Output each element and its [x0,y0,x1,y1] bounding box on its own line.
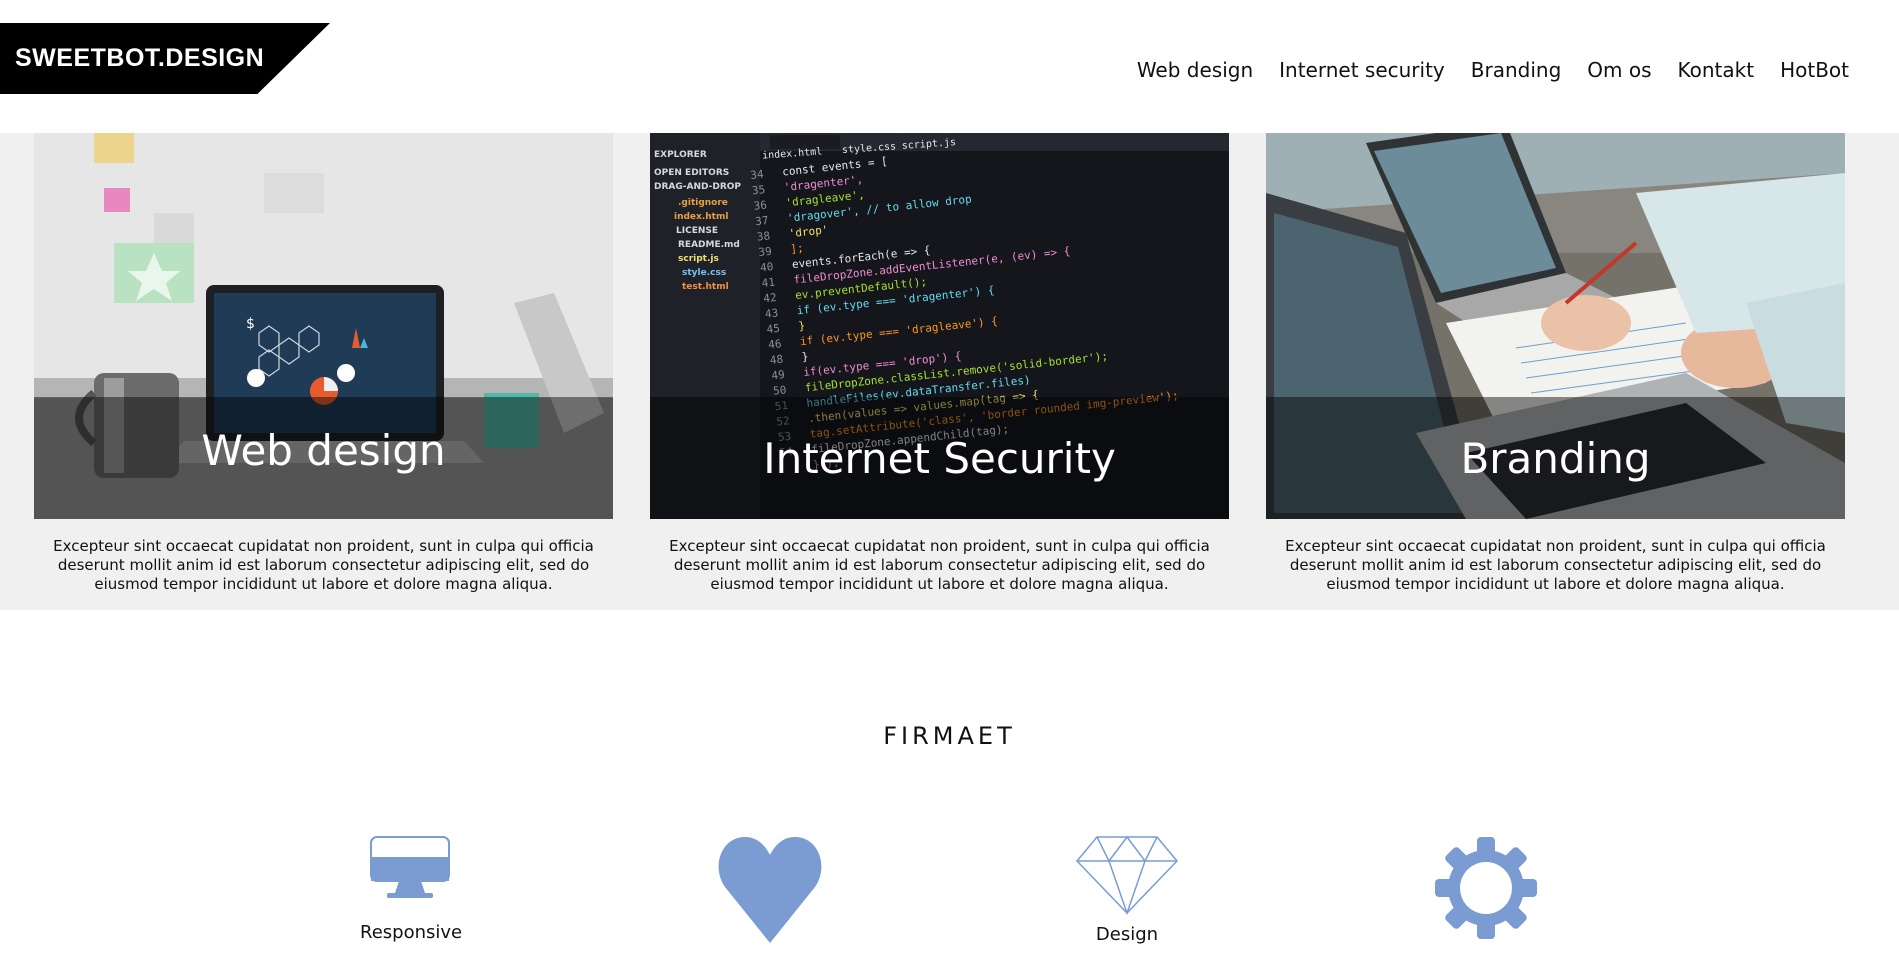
service-card-branding: Branding Excepteur sint occaecat cupidat… [1266,133,1845,594]
diamond-icon [1075,835,1179,916]
code-line-number: 48 [769,353,784,367]
service-card-web-design: $ Web design Excepteur sint occaecat cup… [34,133,613,594]
nav-hotbot[interactable]: HotBot [1780,58,1849,82]
card-title: Web design [201,425,446,475]
code-line-number: 36 [753,198,768,212]
logo[interactable]: SWEETBOT.DESIGN [0,23,330,94]
code-line-number: 46 [768,337,783,351]
card-title: Branding [1460,433,1651,483]
code-line-number: 39 [758,245,773,259]
section-title: FIRMAET [883,722,1016,750]
heart-icon [718,837,822,943]
code-line-number: 42 [763,291,778,305]
file-tree-item: style.css [682,268,726,278]
feature-label: Responsive [360,922,463,943]
nav-om-os[interactable]: Om os [1587,58,1651,82]
code-line: } [798,319,806,333]
code-line-number: 41 [761,276,776,290]
code-line-number: 38 [756,229,771,243]
file-tree-item: .gitignore [678,198,728,208]
card-overlay: Branding [1266,397,1845,519]
nav-branding[interactable]: Branding [1471,58,1562,82]
service-image-internet-security[interactable]: index.html style.css script.js EXPLORER … [650,133,1229,519]
code-line-number: 49 [771,368,786,382]
site-header: SWEETBOT.DESIGN Web design Internet secu… [0,0,1899,133]
logo-text: SWEETBOT.DESIGN [15,44,265,72]
service-card-internet-security: index.html style.css script.js EXPLORER … [650,133,1229,594]
file-tree-item: test.html [682,282,729,292]
card-description: Excepteur sint occaecat cupidatat non pr… [669,537,1210,593]
svg-text:$: $ [246,316,255,332]
feature-design: Design [1075,835,1179,945]
feature-heart [716,835,824,950]
code-line-number: 43 [764,306,779,320]
file-tree-item: LICENSE [676,226,718,236]
nav-web-design[interactable]: Web design [1137,58,1253,82]
feature-gear [1433,835,1539,946]
main-nav: Web design Internet security Branding Om… [1137,58,1849,82]
feature-responsive: Responsive [360,835,463,943]
code-line-number: 45 [766,322,781,336]
code-line-number: 40 [759,260,774,274]
services-section: $ Web design Excepteur sint occaecat cup… [0,133,1899,610]
code-line: ]; [790,241,805,255]
monitor-icon [370,836,450,898]
code-line-number: 35 [751,183,766,197]
card-description: Excepteur sint occaecat cupidatat non pr… [1285,537,1826,593]
card-overlay: Internet Security [650,397,1229,519]
service-image-web-design[interactable]: $ Web design [34,133,613,519]
file-tree-item: index.html [674,212,728,222]
code-line-number: 37 [755,214,770,228]
file-tree-item: script.js [678,254,719,264]
file-tree-item: OPEN EDITORS [654,168,729,178]
card-overlay: Web design [34,397,613,519]
service-image-branding[interactable]: Branding [1266,133,1845,519]
card-title: Internet Security [763,433,1116,483]
file-tree-item: EXPLORER [654,150,707,160]
file-tree-item: DRAG-AND-DROP [654,182,741,192]
code-line-number: 50 [772,383,787,397]
nav-internet-security[interactable]: Internet security [1279,58,1445,82]
feature-label: Design [1095,924,1159,945]
gear-icon [1435,837,1537,939]
code-line: } [801,350,809,364]
code-line-number: 34 [750,168,765,182]
card-description: Excepteur sint occaecat cupidatat non pr… [53,537,594,593]
file-tree-item: README.md [678,240,740,250]
nav-kontakt[interactable]: Kontakt [1678,58,1755,82]
